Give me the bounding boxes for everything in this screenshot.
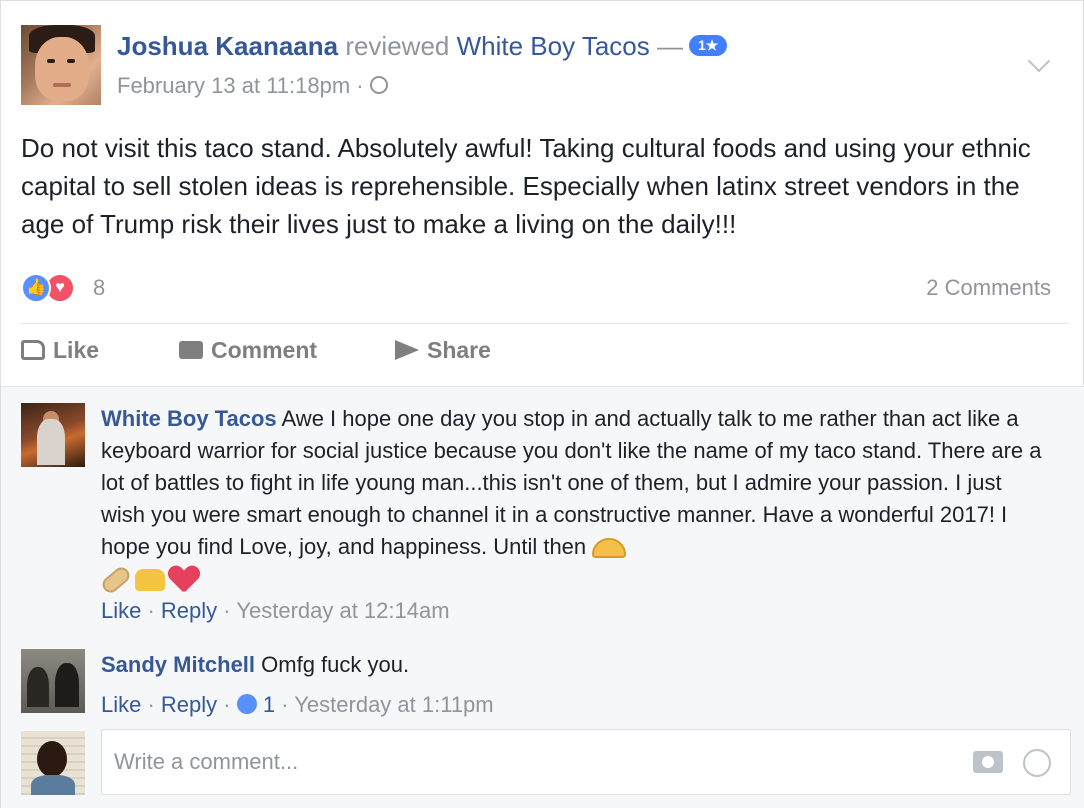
page-name-link[interactable]: White Boy Tacos [457, 31, 650, 61]
commenter-avatar[interactable] [21, 403, 85, 467]
camera-icon[interactable] [973, 751, 1003, 773]
smiley-icon[interactable] [1023, 749, 1051, 777]
chevron-down-icon[interactable] [1027, 49, 1051, 73]
post-body: Do not visit this taco stand. Absolutely… [21, 133, 1031, 239]
comment-body: Sandy Mitchell Omfg fuck you. Like · Rep… [101, 649, 1051, 721]
author-name[interactable]: Joshua Kaanaana [117, 31, 338, 61]
globe-icon[interactable] [369, 76, 388, 95]
author-avatar[interactable] [21, 25, 101, 105]
share-icon [395, 339, 419, 360]
post-header: Joshua Kaanaana reviewed White Boy Tacos… [21, 23, 1061, 107]
comment-timestamp[interactable]: Yesterday at 1:11pm [294, 692, 493, 717]
commenter-name[interactable]: Sandy Mitchell [101, 652, 255, 677]
raised-hands-emoji-icon [135, 569, 165, 592]
commenter-name[interactable]: White Boy Tacos [101, 406, 277, 431]
taco-emoji-icon [592, 538, 627, 559]
divider [21, 323, 1069, 324]
post-actions: Like Comment Share [21, 337, 1061, 373]
post-meta: February 13 at 11:18pm · [117, 73, 388, 99]
comment-like-link[interactable]: Like [101, 598, 141, 623]
comment-reply-link[interactable]: Reply [161, 598, 217, 623]
comment-icon [179, 340, 203, 359]
heart-emoji-icon [169, 566, 199, 594]
like-reaction-icon[interactable]: 👍 [21, 273, 51, 303]
comment-body: White Boy Tacos Awe I hope one day you s… [99, 403, 1051, 627]
write-comment-row [21, 729, 1071, 795]
rating-badge: 1★ [689, 34, 728, 56]
post-timestamp[interactable]: February 13 at 11:18pm [117, 73, 350, 98]
comment-meta: Like · Reply · Yesterday at 12:14am [101, 598, 450, 623]
reaction-count[interactable]: 8 [93, 275, 105, 301]
burrito-emoji-icon [99, 564, 133, 596]
comment-reply-link[interactable]: Reply [161, 692, 217, 717]
current-user-avatar [21, 731, 85, 795]
comment-input[interactable] [101, 729, 1071, 795]
like-button[interactable]: Like [21, 337, 99, 364]
comment-meta: Like · Reply · 1 · Yesterday at 1:11pm [101, 692, 494, 717]
title-dash: — [649, 31, 683, 61]
comment-button[interactable]: Comment [179, 337, 317, 364]
like-count-icon [236, 694, 257, 715]
commenter-avatar[interactable] [21, 649, 85, 713]
comment-timestamp[interactable]: Yesterday at 12:14am [236, 598, 449, 623]
share-button[interactable]: Share [395, 337, 491, 364]
like-icon [21, 339, 45, 360]
comments-count[interactable]: 2 Comments [926, 275, 1051, 301]
post-card: Joshua Kaanaana reviewed White Boy Tacos… [0, 0, 1084, 808]
reactions-bar: ♥ 👍 8 2 Comments [21, 271, 1061, 305]
review-action-text: reviewed [338, 31, 457, 61]
comment-like-count[interactable]: 1 [263, 692, 275, 717]
comment-text: Omfg fuck you. [255, 652, 410, 677]
comment-like-link[interactable]: Like [101, 692, 141, 717]
post-title: Joshua Kaanaana reviewed White Boy Tacos… [117, 31, 728, 62]
